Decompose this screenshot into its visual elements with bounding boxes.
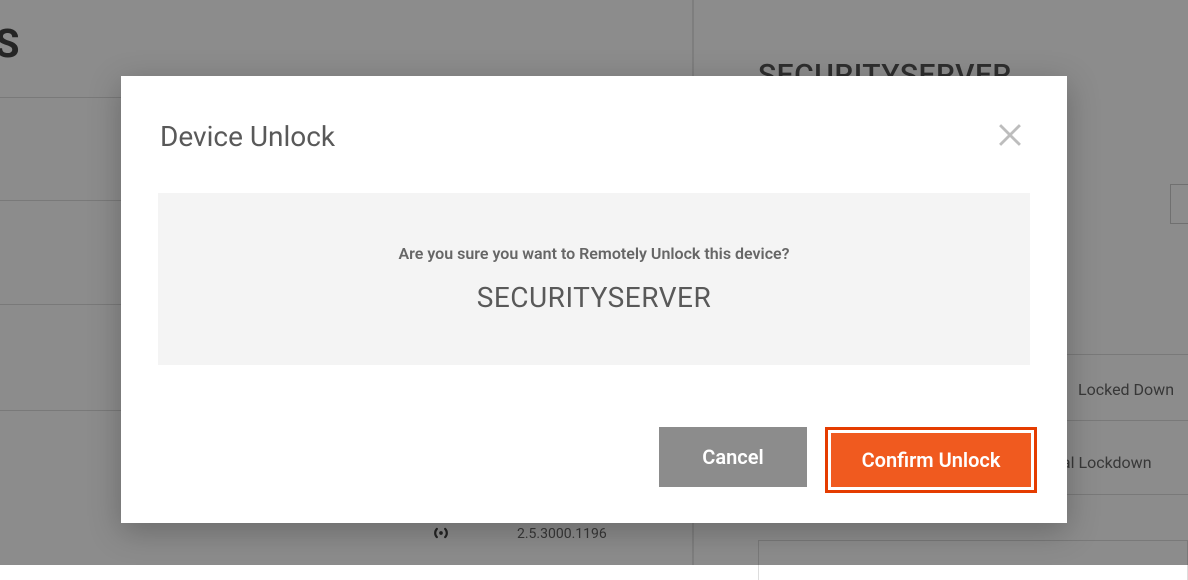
device-unlock-modal: Device Unlock Are you sure you want to R… (121, 76, 1067, 523)
confirmation-question: Are you sure you want to Remotely Unlock… (398, 244, 789, 263)
confirm-unlock-button[interactable]: Confirm Unlock (831, 433, 1031, 487)
confirm-button-highlight: Confirm Unlock (825, 427, 1037, 493)
close-button[interactable] (993, 116, 1027, 150)
device-name: SECURITYSERVER (477, 281, 711, 314)
cancel-button[interactable]: Cancel (659, 427, 807, 487)
modal-body: Are you sure you want to Remotely Unlock… (158, 193, 1030, 365)
modal-actions: Cancel Confirm Unlock (659, 427, 1037, 493)
modal-title: Device Unlock (160, 120, 335, 153)
close-icon (993, 138, 1027, 153)
